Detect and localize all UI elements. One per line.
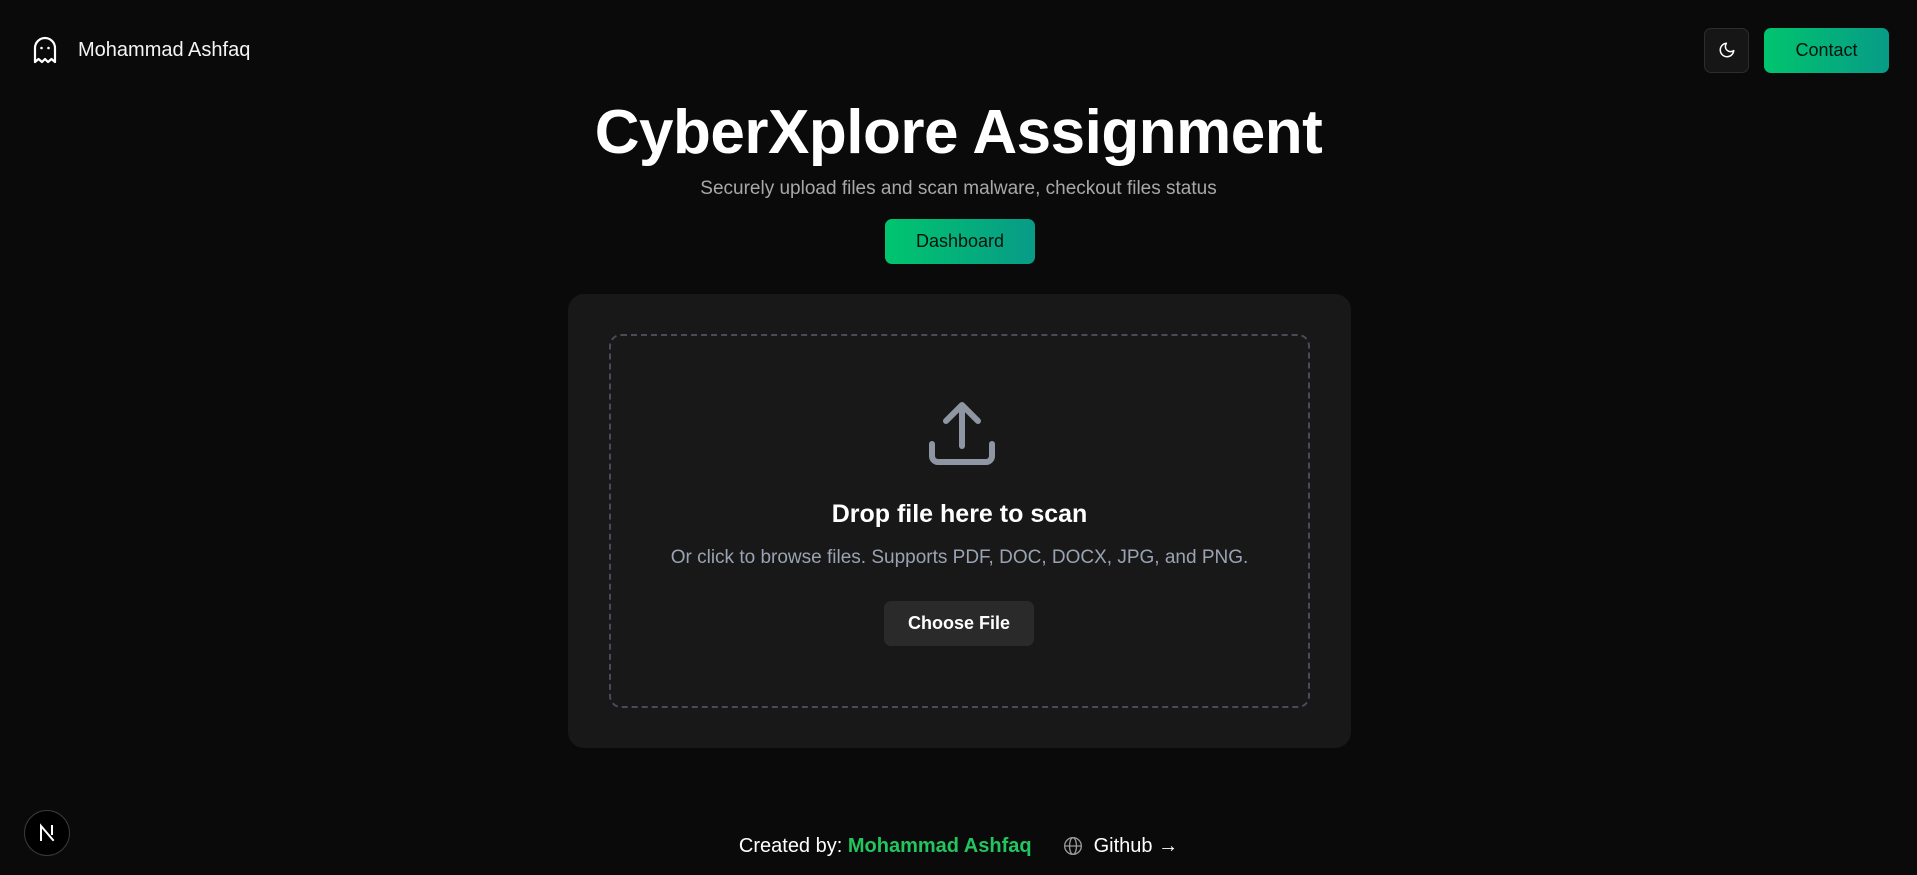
brand[interactable]: Mohammad Ashfaq (30, 35, 250, 65)
file-dropzone[interactable]: Drop file here to scan Or click to brows… (609, 334, 1310, 708)
dropzone-title: Drop file here to scan (831, 500, 1088, 528)
upload-icon (929, 402, 995, 465)
footer: Created by: Mohammad Ashfaq Github → (0, 831, 1917, 861)
dashboard-button[interactable]: Dashboard (885, 219, 1035, 264)
theme-toggle-button[interactable] (1704, 27, 1749, 73)
github-label: Github → (1093, 834, 1179, 857)
nextjs-logo-icon (40, 823, 55, 842)
github-link[interactable]: Github → (1062, 835, 1178, 858)
author-link[interactable]: Mohammad Ashfaq (848, 835, 1032, 857)
contact-button[interactable]: Contact (1764, 27, 1889, 73)
page-title: CyberXplore Assignment (594, 98, 1323, 167)
page-subtitle: Securely upload files and scan malware, … (700, 178, 1217, 199)
ghost-icon (30, 35, 60, 65)
moon-icon (1719, 42, 1734, 58)
footer-credit: Created by: Mohammad Ashfaq (739, 835, 1032, 858)
top-navbar: Mohammad Ashfaq Contact (0, 0, 1917, 100)
choose-file-button[interactable]: Choose File (884, 601, 1034, 646)
page: Mohammad Ashfaq Contact CyberXplore Assi… (0, 0, 1917, 875)
globe-icon (1062, 835, 1084, 857)
created-by-label: Created by: (738, 834, 843, 857)
brand-name: Mohammad Ashfaq (78, 38, 251, 61)
upload-card: Drop file here to scan Or click to brows… (568, 294, 1351, 748)
nextjs-dev-badge[interactable] (24, 810, 70, 856)
dropzone-subtitle: Or click to browse files. Supports PDF, … (670, 547, 1249, 568)
header-actions: Contact (1704, 27, 1889, 73)
